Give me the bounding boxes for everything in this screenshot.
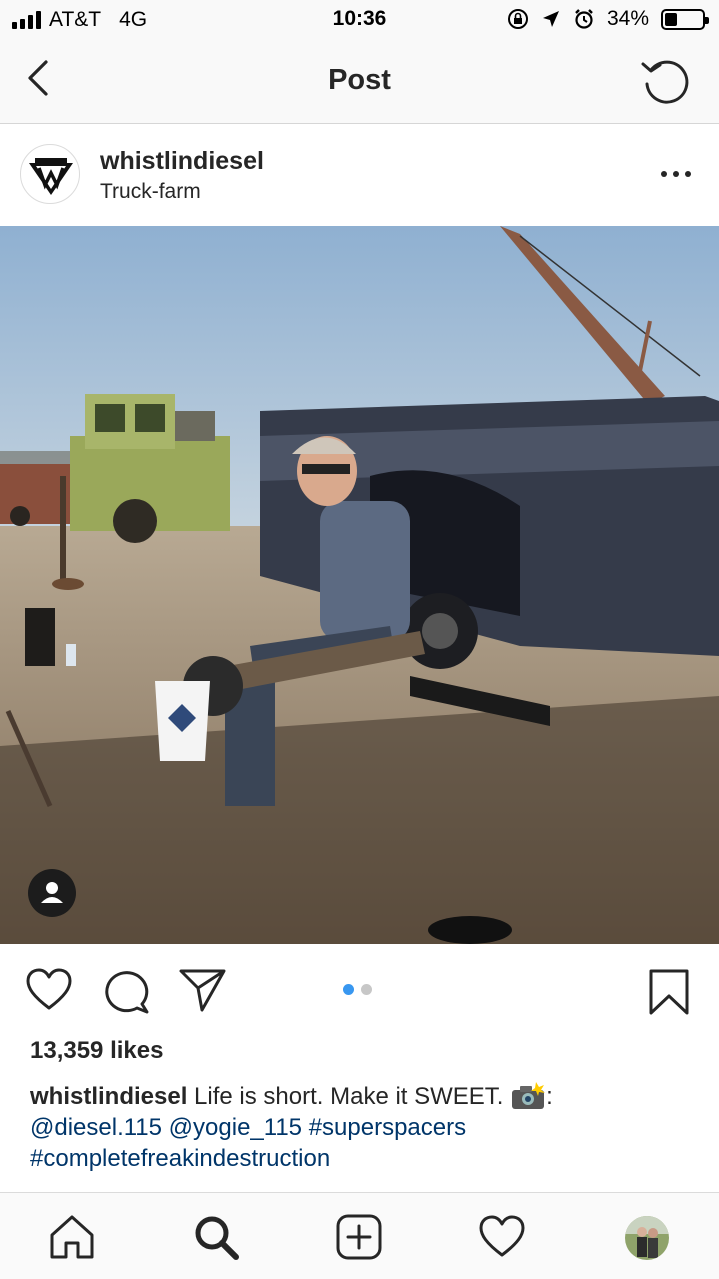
tab-bar [0,1192,719,1279]
comment-icon[interactable] [103,968,151,1014]
caption-colon: : [546,1083,553,1110]
camera-flash-emoji-icon [512,1081,546,1109]
likes-count[interactable]: 13,359 likes [30,1037,163,1065]
mention-link[interactable]: @diesel.115 [30,1114,162,1141]
photo-scene [0,226,719,944]
alarm-icon [575,9,593,29]
ellipsis-icon[interactable] [659,161,693,187]
heart-icon[interactable] [25,968,73,1012]
post-username[interactable]: whistlindiesel [100,147,264,176]
battery-percent: 34% [606,7,649,30]
battery-icon [661,8,709,30]
post-location[interactable]: Truck-farm [100,180,201,204]
brand-logo-icon [29,158,73,195]
bookmark-icon[interactable] [648,968,690,1016]
search-icon[interactable] [192,1213,240,1261]
hashtag-link[interactable]: #completefreakindestruction [30,1145,330,1172]
post-photo[interactable] [0,226,719,944]
nav-bar: Post [0,40,719,124]
profile-avatar[interactable] [625,1216,669,1260]
add-icon[interactable] [335,1213,383,1261]
post-header: whistlindiesel Truck-farm [0,125,719,226]
refresh-icon[interactable] [639,54,691,104]
hashtag-link[interactable]: #superspacers [309,1114,466,1141]
status-bar: AT&T 4G 10:36 34% [0,0,719,40]
location-arrow-icon [542,11,559,27]
caption-username[interactable]: whistlindiesel [30,1083,187,1110]
orientation-lock-icon [507,9,528,29]
activity-icon[interactable] [478,1213,526,1261]
share-icon[interactable] [178,966,228,1014]
carousel-indicator [343,984,372,995]
carousel-dot [361,984,372,995]
carousel-dot [343,984,354,995]
user-tag-icon[interactable] [28,869,76,917]
user-avatar[interactable] [20,144,80,204]
mention-link[interactable]: @yogie_115 [169,1114,302,1141]
post-caption: whistlindiesel Life is short. Make it SW… [30,1081,700,1174]
home-icon[interactable] [48,1213,96,1261]
action-bar [0,944,719,1034]
caption-text: Life is short. Make it SWEET. [194,1083,504,1110]
page-title: Post [328,64,391,96]
